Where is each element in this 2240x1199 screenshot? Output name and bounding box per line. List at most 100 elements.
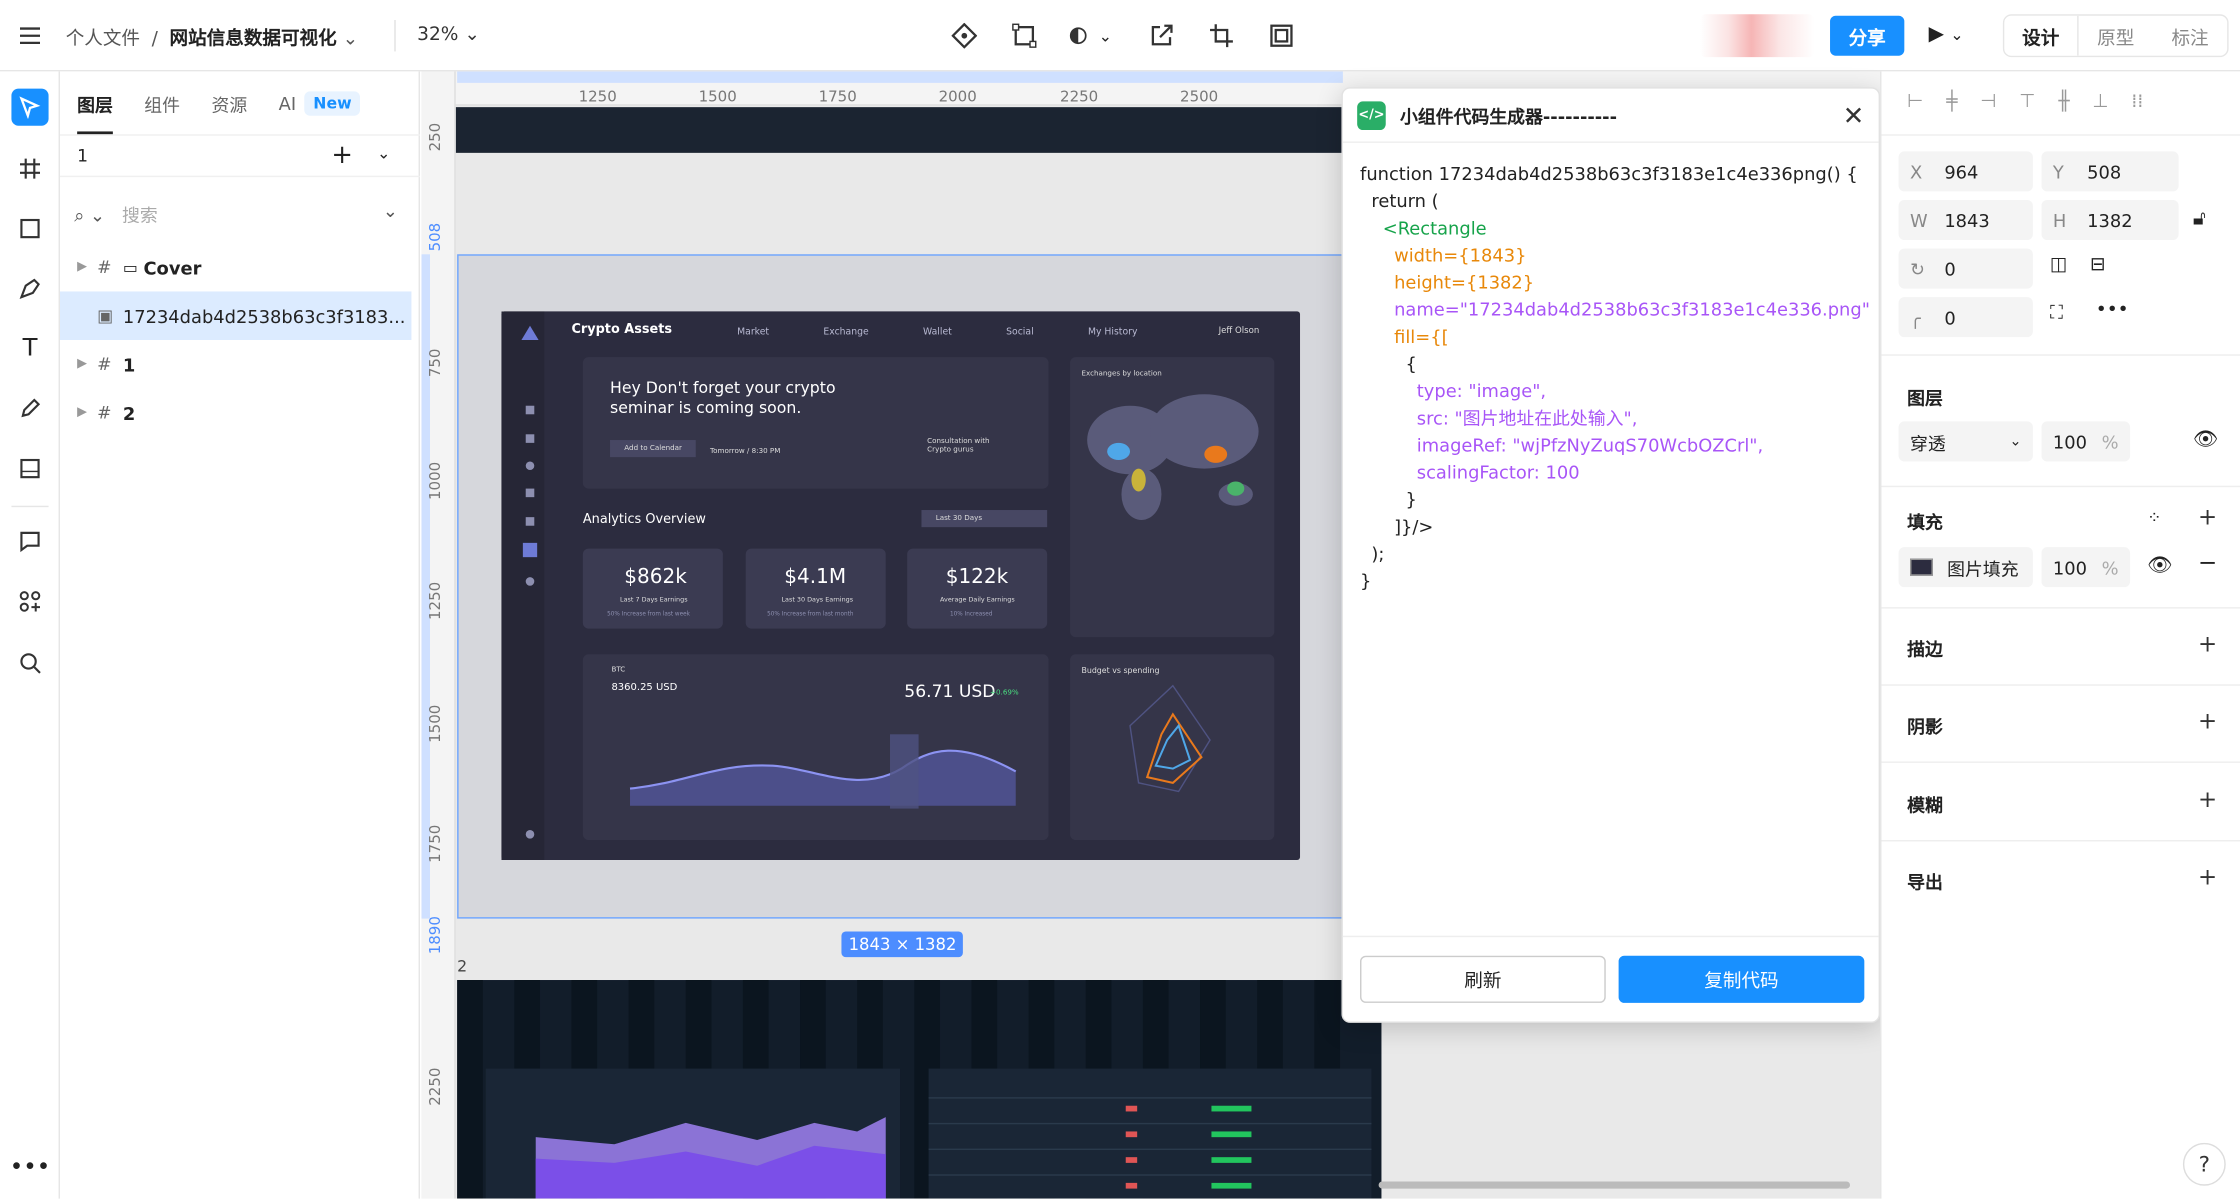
mask-icon[interactable] [1266, 20, 1297, 51]
fill-type[interactable]: 图片填充 [1898, 547, 2033, 588]
style-icon[interactable]: ⁘ [2147, 507, 2161, 527]
tab-assets[interactable]: 资源 [211, 71, 247, 134]
caret-right-icon[interactable]: ▶ [77, 260, 97, 274]
breadcrumb-root[interactable]: 个人文件 [66, 29, 140, 50]
inspector-panel: ⊢ ╪ ⊣ ⊤ ╫ ⊥ ⁞⁞ X 964 Y 508 W 1843 H 1382 🔓︎ … [1880, 71, 2240, 1199]
plugins-icon[interactable] [11, 583, 48, 620]
layer-row[interactable]: ▶ #1 [60, 340, 420, 389]
opacity-field[interactable]: 100% [2041, 421, 2131, 462]
blur-section-title: 模糊 [1907, 794, 1943, 816]
rotation-icon: ↻ [1910, 257, 1926, 280]
copy-code-button[interactable]: 复制代码 [1618, 955, 1865, 1003]
layer-search[interactable]: ⌕ ⌄ 搜索 ⌄ [74, 200, 398, 227]
close-icon[interactable]: ✕ [1843, 101, 1865, 131]
add-shadow-icon[interactable]: + [2198, 707, 2217, 734]
ruler-tick: 1250 [578, 88, 617, 106]
align-bottom-icon[interactable]: ⊥ [2092, 91, 2108, 112]
layer-row-selected[interactable]: ▣ 17234dab4d2538b63c3f3183... [60, 291, 412, 341]
w-field[interactable]: W 1843 [1898, 200, 2033, 241]
component-icon[interactable] [949, 20, 980, 51]
more-icon[interactable]: ••• [2096, 300, 2129, 321]
comment-icon[interactable] [11, 523, 48, 560]
chevron-down-icon[interactable]: ⌄ [343, 29, 359, 50]
align-right-icon[interactable]: ⊣ [1980, 91, 1996, 112]
add-fill-icon[interactable]: + [2198, 503, 2217, 530]
add-export-icon[interactable]: + [2198, 863, 2217, 890]
align-center-v-icon[interactable]: ╫ [2058, 91, 2069, 112]
distribute-icon[interactable]: ⁞⁞ [2131, 91, 2143, 112]
search-icon[interactable] [11, 644, 48, 681]
mode-switch: 设计 原型 标注 [2002, 14, 2229, 58]
chevron-down-icon[interactable]: ⌄ [377, 144, 390, 163]
mode-annotate[interactable]: 标注 [2153, 16, 2227, 56]
blend-mode-select[interactable]: 穿透 ⌄ [1898, 421, 2033, 462]
top-toolbar: 个人文件 / 网站信息数据可视化 ⌄ 32% ⌄ ⌄ 分享 ▶ ⌄ 设计 原型 … [0, 0, 2240, 72]
text-tool-icon[interactable]: T [11, 330, 48, 367]
collapse-icon[interactable]: ⌄ [383, 200, 398, 221]
code-line: name="17234dab4d2538b63c3f3183e1c4e336.p… [1360, 298, 1870, 321]
play-icon[interactable]: ▶ ⌄ [1929, 23, 1964, 46]
slice-tool-icon[interactable] [11, 450, 48, 487]
stat-value: $862k [624, 565, 687, 589]
search-input[interactable]: 搜索 [122, 204, 158, 225]
rectangle-tool-icon[interactable] [11, 210, 48, 247]
pencil-tool-icon[interactable] [11, 390, 48, 427]
code-line: fill={[ [1360, 325, 1449, 348]
flip-horizontal-icon[interactable]: ◫ [2050, 254, 2068, 275]
caret-right-icon[interactable]: ▶ [77, 357, 97, 371]
caret-right-icon[interactable]: ▶ [77, 406, 97, 420]
menu-icon[interactable] [17, 23, 43, 49]
frame-tool-icon[interactable] [11, 150, 48, 187]
canvas-scrollbar[interactable] [1378, 1181, 1851, 1189]
remove-fill-icon[interactable]: − [2198, 549, 2217, 576]
pen-tool-icon[interactable] [11, 270, 48, 307]
page-selector[interactable]: 1 + ⌄ [60, 134, 421, 178]
y-field[interactable]: Y 508 [2041, 151, 2179, 192]
frame-label[interactable]: 2 [457, 957, 467, 976]
code-line: } [1360, 488, 1417, 511]
eye-icon[interactable]: 👁︎ [2147, 554, 2172, 577]
tab-components[interactable]: 组件 [144, 71, 180, 134]
frame-transform-icon[interactable] [1009, 20, 1040, 51]
tab-ai[interactable]: AI New [279, 71, 361, 134]
eye-icon[interactable]: 👁︎ [2193, 429, 2218, 452]
add-blur-icon[interactable]: + [2198, 786, 2217, 813]
export-icon[interactable] [1146, 20, 1177, 51]
fill-opacity-field[interactable]: 100% [2041, 547, 2131, 588]
lock-icon[interactable]: 🔓︎ [2193, 207, 2206, 230]
ruler-left: 250 508 750 1000 1250 1500 1750 1890 225… [421, 71, 456, 1199]
mode-design[interactable]: 设计 [2004, 15, 2079, 56]
divider [1881, 354, 2240, 356]
collaborator-avatars[interactable] [1700, 14, 1815, 58]
align-top-icon[interactable]: ⊤ [2019, 91, 2035, 112]
help-button[interactable]: ? [2182, 1142, 2226, 1186]
y-label: Y [2052, 160, 2064, 183]
refresh-button[interactable]: 刷新 [1360, 955, 1606, 1003]
generated-code[interactable]: function 17234dab4d2538b63c3f3183e1c4e33… [1360, 160, 1870, 594]
share-button[interactable]: 分享 [1830, 15, 1905, 56]
radius-field[interactable]: ╭ 0 [1898, 297, 2033, 338]
layer-row[interactable]: ▶ #2 [60, 389, 420, 438]
zoom-dropdown[interactable]: 32% ⌄ [417, 24, 480, 45]
layer-row[interactable]: ▶ # ▭ Cover [60, 243, 420, 292]
contrast-icon[interactable]: ⌄ [1069, 20, 1118, 51]
add-stroke-icon[interactable]: + [2198, 630, 2217, 657]
align-center-h-icon[interactable]: ╪ [1946, 91, 1957, 112]
move-tool-icon[interactable] [11, 88, 49, 126]
x-field[interactable]: X 964 [1898, 151, 2033, 192]
align-left-icon[interactable]: ⊢ [1907, 91, 1923, 112]
flip-vertical-icon[interactable]: ⊟ [2090, 254, 2106, 275]
tab-layers[interactable]: 图层 [77, 71, 113, 135]
more-icon[interactable]: ••• [10, 1147, 50, 1184]
frame-icon: # [97, 354, 112, 375]
crop-icon[interactable] [1206, 20, 1237, 51]
frame-2-preview[interactable] [457, 980, 1382, 1199]
rotation-field[interactable]: ↻ 0 [1898, 248, 2033, 289]
mode-prototype[interactable]: 原型 [2079, 16, 2153, 56]
file-name[interactable]: 网站信息数据可视化 [170, 29, 337, 50]
stat-sub: 50% Increase from last month [767, 610, 854, 618]
add-page-icon[interactable]: + [331, 140, 353, 170]
frame-preview-top[interactable] [455, 107, 1342, 153]
h-field[interactable]: H 1382 [2041, 200, 2179, 241]
independent-corners-icon[interactable]: ⛶ [2050, 303, 2063, 324]
